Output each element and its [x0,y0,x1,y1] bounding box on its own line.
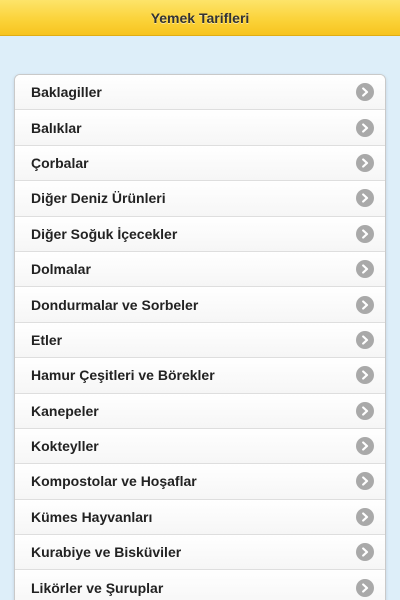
list-item-kanepeler[interactable]: Kanepeler [15,393,385,429]
list-item-kompostolar-ve-hosaflar[interactable]: Kompostolar ve Hoşaflar [15,464,385,500]
list-item-dolmalar[interactable]: Dolmalar [15,251,385,288]
list-item-label: Kümes Hayvanları [31,508,153,525]
list-item-label: Kompostolar ve Hoşaflar [31,473,197,490]
list-item-likorler-ve-suruplar[interactable]: Likörler ve Şuruplar [15,570,385,600]
chevron-right-icon [356,366,374,385]
list-item-diger-deniz-urunleri[interactable]: Diğer Deniz Ürünleri [15,181,385,217]
list-item-label: Kanepeler [31,402,99,419]
list-item-label: Kokteyller [31,438,99,455]
chevron-right-icon [356,543,374,562]
list-item-label: Dondurmalar ve Sorbeler [31,296,199,313]
chevron-right-icon [356,224,374,243]
list-item-label: Etler [31,331,63,348]
list-item-label: Diğer Deniz Ürünleri [31,190,166,207]
list-item-kokteyller[interactable]: Kokteyller [15,428,385,465]
chevron-right-icon [356,295,374,314]
list-item-label: Kurabiye ve Bisküviler [31,544,182,561]
chevron-right-icon [356,437,374,456]
category-list: Baklagiller Balıklar Çorbalar Diğer Deni… [14,74,386,600]
list-item-label: Balıklar [31,119,82,136]
list-item-label: Diğer Soğuk İçecekler [31,225,178,242]
chevron-right-icon [356,401,374,420]
list-item-corbalar[interactable]: Çorbalar [15,145,385,182]
chevron-right-icon [356,507,374,526]
list-item-diger-soguk-icecekler[interactable]: Diğer Soğuk İçecekler [15,216,385,252]
chevron-right-icon [356,118,374,137]
list-item-label: Baklagiller [31,84,102,101]
app-screen: Yemek Tarifleri Baklagiller Balıklar Çor… [0,0,400,600]
list-item-label: Çorbalar [31,154,89,171]
list-item-label: Hamur Çeşitleri ve Börekler [31,367,215,384]
list-item-hamur-cesitleri-ve-borekler[interactable]: Hamur Çeşitleri ve Börekler [15,358,385,394]
list-item-baliklar[interactable]: Balıklar [15,110,385,146]
chevron-right-icon [356,83,374,102]
list-item-baklagiller[interactable]: Baklagiller [15,75,385,111]
list-item-dondurmalar-ve-sorbeler[interactable]: Dondurmalar ve Sorbeler [15,287,385,323]
header-bar: Yemek Tarifleri [0,0,400,36]
list-item-kumes-hayvanlari[interactable]: Kümes Hayvanları [15,499,385,536]
list-item-label: Likörler ve Şuruplar [31,580,164,597]
chevron-right-icon [356,472,374,491]
list-item-kurabiye-ve-biskuviler[interactable]: Kurabiye ve Bisküviler [15,535,385,571]
chevron-right-icon [356,579,374,598]
chevron-right-icon [356,260,374,279]
list-item-label: Dolmalar [31,261,91,278]
chevron-right-icon [356,153,374,172]
list-item-etler[interactable]: Etler [15,322,385,359]
page-title: Yemek Tarifleri [150,9,250,26]
chevron-right-icon [356,189,374,208]
chevron-right-icon [356,330,374,349]
